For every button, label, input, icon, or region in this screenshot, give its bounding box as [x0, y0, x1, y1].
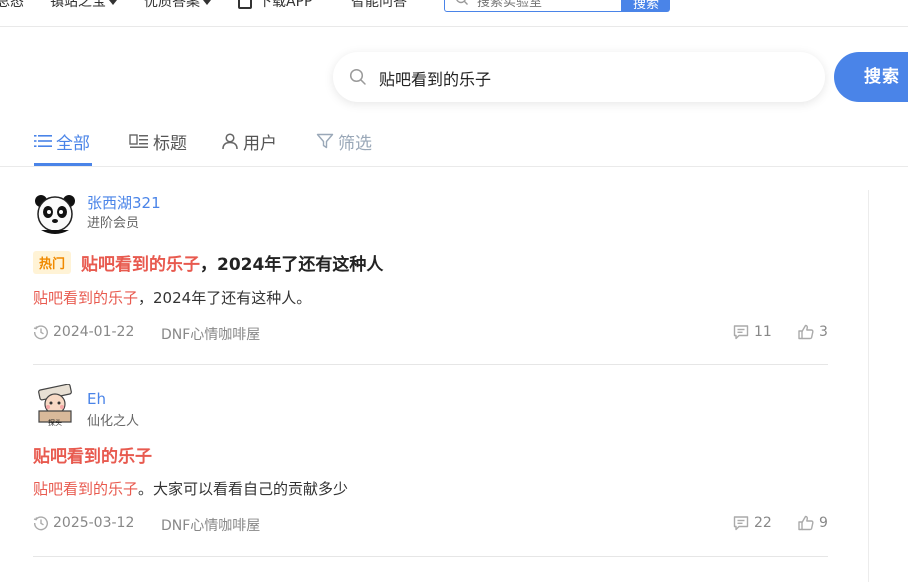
user-level: 仙化之人: [87, 414, 140, 429]
nav-item-treasures[interactable]: 镇站之宝: [50, 0, 117, 11]
post-title[interactable]: 贴吧看到的乐子: [33, 442, 152, 467]
tab-label: 全部: [56, 133, 90, 154]
avatar[interactable]: [33, 192, 77, 236]
nav-item-home[interactable]: 总态: [0, 0, 24, 11]
clock-icon: [33, 325, 48, 340]
post-date: 2025-03-12: [33, 515, 134, 531]
like-count[interactable]: 3: [798, 324, 828, 340]
download-icon: [238, 0, 252, 9]
forum-link[interactable]: DNF心情咖啡屋: [161, 515, 260, 535]
tab-user[interactable]: 用户: [221, 118, 277, 164]
user-icon: [222, 133, 238, 150]
comment-count-text: 22: [754, 515, 772, 531]
post-title-row: 热门 贴吧看到的乐子，2024年了还有这种人: [33, 250, 383, 275]
comment-count-text: 11: [754, 324, 772, 340]
list-icon: [34, 135, 52, 147]
filter-icon: [316, 133, 334, 149]
search-box: [333, 52, 825, 102]
right-divider: [868, 190, 869, 582]
post-title[interactable]: 贴吧看到的乐子，2024年了还有这种人: [81, 250, 383, 275]
tab-label: 筛选: [338, 133, 372, 154]
hot-badge: 热门: [33, 251, 72, 274]
result-tabs: 全部 标题 用户 筛选: [0, 118, 908, 167]
nav-item-download-app[interactable]: 下载APP: [238, 0, 312, 11]
nav-item-label: 下载APP: [258, 0, 313, 10]
like-count-text: 9: [819, 515, 828, 531]
title-highlight: 贴吧看到的乐子: [81, 255, 201, 275]
nav-item-label: 优质答案: [144, 0, 200, 10]
like-count[interactable]: 9: [798, 515, 828, 531]
comment-icon: [733, 325, 749, 340]
snippet-rest: ，2024年了还有这种人。: [138, 289, 312, 307]
nav-item-smart-qa[interactable]: 智能问答: [351, 0, 407, 11]
post-meta: 2024-01-22 DNF心情咖啡屋 11 3: [33, 324, 828, 344]
tab-all[interactable]: 全部: [34, 118, 92, 166]
search-result-item: 张西湖321 进阶会员 热门 贴吧看到的乐子，2024年了还有这种人 贴吧看到的…: [33, 192, 828, 365]
tab-label: 用户: [243, 133, 277, 154]
post-date: 2024-01-22: [33, 324, 134, 340]
thumbs-up-icon: [798, 324, 814, 340]
title-highlight: 贴吧看到的乐子: [33, 447, 152, 467]
search-input[interactable]: [377, 62, 801, 94]
top-search-input[interactable]: [475, 0, 619, 13]
post-snippet: 贴吧看到的乐子。大家可以看看自己的贡献多少: [33, 478, 348, 499]
avatar-caption: 探头: [48, 418, 62, 427]
forum-link[interactable]: DNF心情咖啡屋: [161, 324, 260, 344]
search-button[interactable]: 搜索: [834, 52, 908, 102]
search-icon: [349, 68, 366, 85]
comment-count[interactable]: 22: [733, 515, 772, 531]
date-text: 2024-01-22: [53, 324, 135, 340]
top-search-button[interactable]: 搜索: [622, 0, 670, 12]
snippet-rest: 。大家可以看看自己的贡献多少: [138, 480, 349, 498]
search-result-item: 探头 Eh 仙化之人 贴吧看到的乐子 贴吧看到的乐子。大家可以看看自己的贡献多少…: [33, 384, 828, 557]
chevron-down-icon: [109, 0, 117, 5]
clock-icon: [33, 516, 48, 531]
tab-filter[interactable]: 筛选: [316, 118, 372, 164]
top-nav-bar: 总态 镇站之宝 优质答案 下载APP 智能问答 搜索: [0, 0, 908, 27]
tab-title[interactable]: 标题: [129, 118, 187, 164]
date-text: 2025-03-12: [53, 515, 135, 531]
post-snippet: 贴吧看到的乐子，2024年了还有这种人。: [33, 287, 311, 308]
title-icon: [129, 134, 148, 148]
username[interactable]: Eh: [87, 390, 106, 408]
user-level: 进阶会员: [87, 216, 140, 231]
tab-label: 标题: [153, 133, 187, 154]
post-title-row: 贴吧看到的乐子: [33, 442, 152, 467]
nav-item-answers[interactable]: 优质答案: [144, 0, 211, 11]
comment-count[interactable]: 11: [733, 324, 772, 340]
snippet-highlight: 贴吧看到的乐子: [33, 289, 139, 307]
username[interactable]: 张西湖321: [87, 192, 161, 213]
title-rest: ，2024年了还有这种人: [200, 255, 384, 275]
like-count-text: 3: [819, 324, 828, 340]
nav-item-label: 镇站之宝: [50, 0, 106, 10]
post-meta: 2025-03-12 DNF心情咖啡屋 22 9: [33, 515, 828, 535]
search-icon: [456, 0, 468, 5]
snippet-highlight: 贴吧看到的乐子: [33, 480, 139, 498]
thumbs-up-icon: [798, 515, 814, 531]
chevron-down-icon: [203, 0, 211, 5]
avatar[interactable]: 探头: [33, 384, 77, 428]
comment-icon: [733, 516, 749, 531]
top-search-box: [444, 0, 622, 13]
